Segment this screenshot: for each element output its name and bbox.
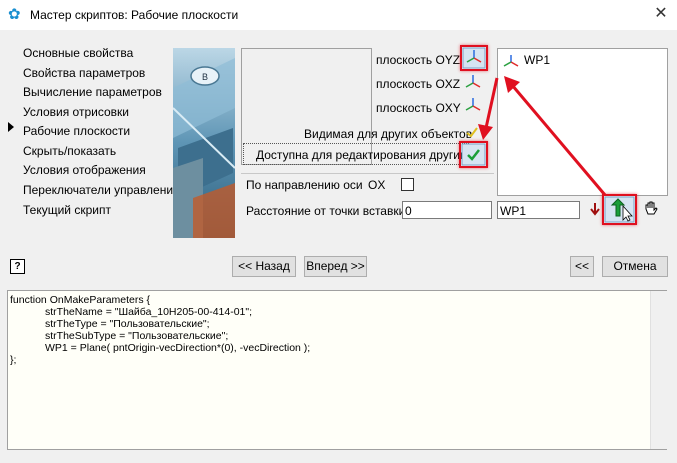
help-button[interactable]: ? [10, 259, 25, 274]
svg-text:B: B [202, 72, 208, 82]
code-scrollbar[interactable] [650, 291, 667, 449]
sidebar-item-parameter-calculation[interactable]: Вычисление параметров [23, 85, 162, 99]
sidebar-item-draw-conditions[interactable]: Условия отрисовки [23, 105, 129, 119]
sidebar-item-control-switches[interactable]: Переключатели управления [23, 183, 180, 197]
code-line: }; [10, 354, 17, 366]
direction-label: По направлению оси [246, 178, 363, 192]
hand-icon [645, 201, 658, 215]
title-bar: ✿ Мастер скриптов: Рабочие плоскости ✕ [0, 0, 677, 30]
sidebar-item-parameter-properties[interactable]: Свойства параметров [23, 66, 145, 80]
code-line: function OnMakeParameters { [10, 294, 151, 306]
back-button[interactable]: << Назад [232, 256, 296, 277]
sidebar-item-display-conditions[interactable]: Условия отображения [23, 163, 146, 177]
close-button[interactable]: ✕ [648, 2, 674, 26]
direction-axis-label: OX [368, 178, 386, 192]
sidebar-item-workplanes[interactable]: Рабочие плоскости [23, 124, 130, 138]
cancel-button[interactable]: Отмена [602, 256, 668, 277]
distance-label: Расстояние от точки вставки: [246, 204, 409, 218]
direction-checkbox[interactable] [401, 178, 414, 191]
window-title: Мастер скриптов: Рабочие плоскости [30, 8, 239, 22]
active-item-arrow-icon [8, 122, 14, 132]
sidebar-item-main-properties[interactable]: Основные свойства [23, 46, 133, 60]
annotation-arrows [478, 76, 607, 196]
code-line: strTheType = "Пользовательские"; [10, 318, 210, 330]
forward-button[interactable]: Вперед >> [304, 256, 367, 277]
script-code-area[interactable]: function OnMakeParameters { strTheName =… [7, 290, 667, 450]
sidebar-item-current-script[interactable]: Текущий скрипт [23, 203, 111, 217]
wizard-side-image: B [173, 48, 235, 238]
gear-icon: ✿ [8, 6, 21, 23]
code-line: strTheSubType = "Пользовательские"; [10, 330, 229, 342]
sidebar-item-hide-show[interactable]: Скрыть/показать [23, 144, 116, 158]
collapse-button[interactable]: << [570, 256, 594, 277]
hand-tool-button[interactable] [642, 199, 660, 217]
code-line: WP1 = Plane( pntOrigin-vecDirection*(0),… [10, 342, 311, 354]
code-line: strTheName = "Шайба_10Н205-00-414-01"; [10, 306, 253, 318]
